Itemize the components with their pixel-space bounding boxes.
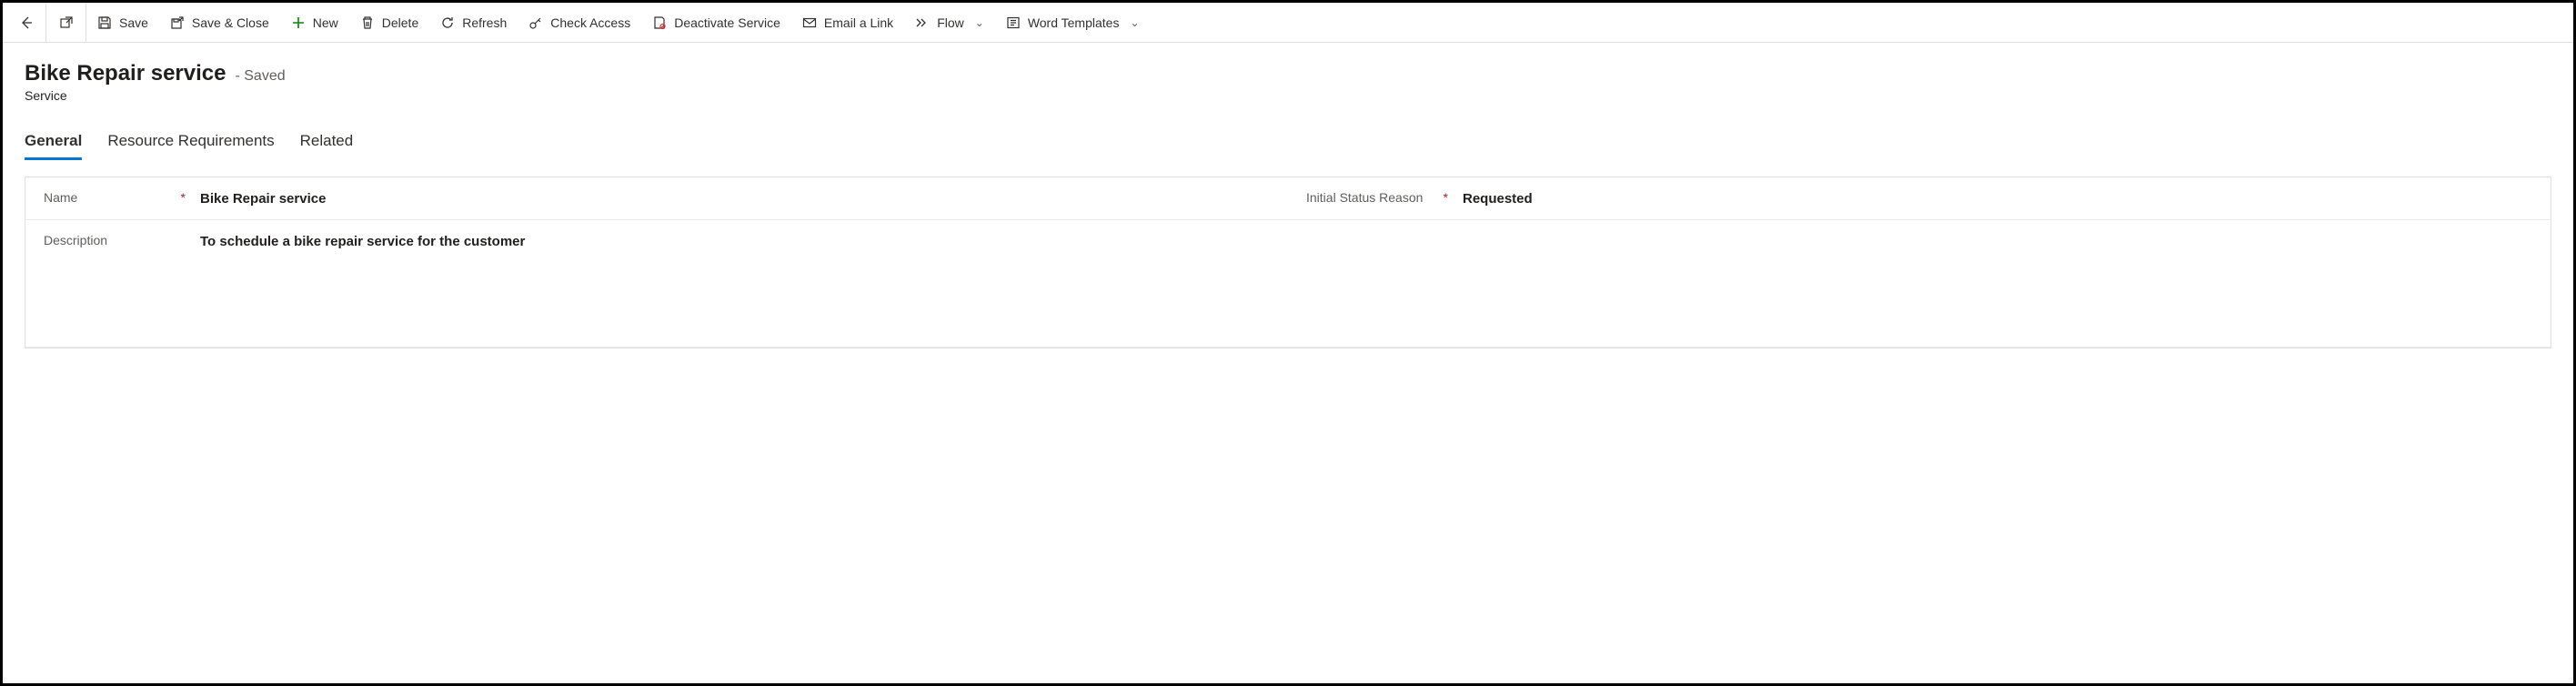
- arrow-left-icon: [19, 15, 34, 30]
- form-panel: Name * Bike Repair service Initial Statu…: [25, 177, 2551, 348]
- new-label: New: [313, 15, 338, 30]
- check-access-button[interactable]: Check Access: [518, 3, 641, 42]
- name-value: Bike Repair service: [200, 190, 1270, 207]
- check-access-label: Check Access: [550, 15, 630, 30]
- key-icon: [528, 15, 543, 30]
- refresh-button[interactable]: Refresh: [429, 3, 518, 42]
- record-header: Bike Repair service - Saved Service: [3, 43, 2573, 110]
- deactivate-button[interactable]: Deactivate Service: [641, 3, 791, 42]
- saved-indicator: - Saved: [235, 68, 285, 85]
- email-link-label: Email a Link: [824, 15, 893, 30]
- back-button[interactable]: [6, 3, 46, 42]
- deactivate-label: Deactivate Service: [674, 15, 780, 30]
- delete-button[interactable]: Delete: [349, 3, 429, 42]
- command-bar: Save Save & Close New Delete Refresh Che…: [3, 3, 2573, 43]
- name-field[interactable]: Name * Bike Repair service: [25, 177, 1288, 219]
- description-field[interactable]: Description To schedule a bike repair se…: [25, 220, 1288, 347]
- delete-label: Delete: [382, 15, 418, 30]
- required-indicator: *: [181, 190, 189, 205]
- save-close-icon: [170, 15, 185, 30]
- email-link-button[interactable]: Email a Link: [791, 3, 904, 42]
- new-button[interactable]: New: [280, 3, 349, 42]
- refresh-icon: [440, 15, 455, 30]
- flow-label: Flow: [937, 15, 964, 30]
- flow-icon: [915, 15, 930, 30]
- popout-icon: [59, 15, 74, 30]
- tab-resource-requirements[interactable]: Resource Requirements: [107, 132, 274, 160]
- word-templates-button[interactable]: Word Templates ⌄: [995, 3, 1151, 42]
- tab-general[interactable]: General: [25, 132, 82, 160]
- save-close-button[interactable]: Save & Close: [159, 3, 280, 42]
- plus-icon: [291, 15, 306, 30]
- status-reason-label: Initial Status Reason: [1306, 190, 1423, 205]
- tab-list: General Resource Requirements Related: [3, 110, 2573, 160]
- flow-button[interactable]: Flow ⌄: [904, 3, 995, 42]
- entity-label: Service: [25, 88, 2551, 103]
- trash-icon: [360, 15, 375, 30]
- tab-related[interactable]: Related: [300, 132, 354, 160]
- chevron-down-icon: ⌄: [975, 16, 984, 29]
- description-value: To schedule a bike repair service for th…: [200, 233, 1270, 249]
- description-label: Description: [44, 233, 107, 247]
- save-icon: [97, 15, 112, 30]
- word-templates-label: Word Templates: [1028, 15, 1120, 30]
- save-label: Save: [119, 15, 148, 30]
- status-reason-value: Requested: [1463, 190, 2532, 207]
- page-title: Bike Repair service: [25, 61, 226, 86]
- word-icon: [1006, 15, 1021, 30]
- deactivate-icon: [652, 15, 667, 30]
- empty-cell: [1288, 220, 2551, 347]
- required-indicator: *: [1444, 190, 1452, 205]
- refresh-label: Refresh: [462, 15, 507, 30]
- popout-button[interactable]: [46, 3, 86, 42]
- name-label: Name: [44, 190, 77, 205]
- save-close-label: Save & Close: [192, 15, 269, 30]
- chevron-down-icon: ⌄: [1130, 16, 1139, 29]
- status-reason-field[interactable]: Initial Status Reason * Requested: [1288, 177, 2551, 219]
- save-button[interactable]: Save: [86, 3, 159, 42]
- email-icon: [802, 15, 817, 30]
